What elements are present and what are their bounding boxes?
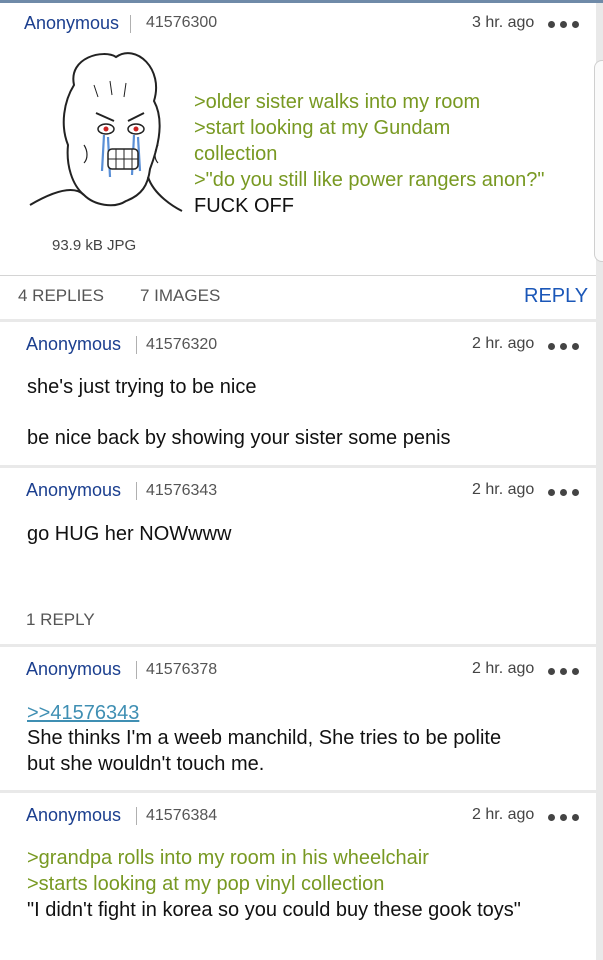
reply-post: Anonymous 41576343 2 hr. ago go HUG her … [0,468,596,644]
post-id[interactable]: 41576384 [146,807,217,825]
op-text-line: >start looking at my Gundam [194,117,451,139]
op-text-line: >"do you still like power rangers anon?" [194,169,545,191]
separator [136,482,137,500]
post-text-line: she's just trying to be nice [27,376,257,398]
quote-link[interactable]: >>41576343 [27,702,139,725]
post-text-line: >starts looking at my pop vinyl collecti… [27,873,385,895]
post-id[interactable]: 41576300 [146,14,217,32]
scroll-edge-tab[interactable] [594,60,603,262]
post-time: 2 hr. ago [472,660,535,677]
op-text-line: FUCK OFF [194,195,294,217]
reply-post: Anonymous 41576320 2 hr. ago she's just … [0,322,596,465]
replies-count[interactable]: 1 REPLY [26,610,95,630]
separator [136,807,137,825]
poster-name[interactable]: Anonymous [26,334,121,355]
more-options-icon[interactable] [548,21,582,31]
separator [136,336,137,354]
more-options-icon[interactable] [548,668,582,678]
more-options-icon[interactable] [548,814,582,824]
separator [136,661,137,679]
poster-name[interactable]: Anonymous [26,659,121,680]
post-text-line: be nice back by showing your sister some… [27,427,451,449]
reply-post: Anonymous 41576384 2 hr. ago >grandpa ro… [0,793,596,960]
post-id[interactable]: 41576343 [146,482,217,500]
poster-name[interactable]: Anonymous [26,480,121,501]
post-id[interactable]: 41576378 [146,661,217,679]
separator [130,15,131,33]
thumbnail-image[interactable] [24,45,184,225]
poster-name[interactable]: Anonymous [24,13,119,34]
images-count[interactable]: 7 IMAGES [140,286,220,306]
reply-button[interactable]: REPLY [524,285,588,308]
more-options-icon[interactable] [548,343,582,353]
reply-post: Anonymous 41576378 2 hr. ago >>41576343 … [0,647,596,790]
post-text-line: "I didn't fight in korea so you could bu… [27,899,521,921]
op-post: Anonymous 41576300 3 hr. ago >older sist… [0,3,596,319]
post-time: 2 hr. ago [472,806,535,823]
op-text-line: collection [194,143,278,165]
post-time: 3 hr. ago [472,14,535,31]
file-info: 93.9 kB JPG [52,237,137,254]
post-id[interactable]: 41576320 [146,336,217,354]
poster-name[interactable]: Anonymous [26,805,121,826]
post-text-line: She thinks I'm a weeb manchild, She trie… [27,727,502,749]
replies-count[interactable]: 4 REPLIES [18,286,104,306]
divider [0,275,596,276]
more-options-icon[interactable] [548,489,582,499]
post-time: 2 hr. ago [472,481,535,498]
post-text-line: go HUG her NOWwww [27,523,232,545]
post-text-line: but she wouldn't touch me. [27,753,265,775]
post-text-line: >grandpa rolls into my room in his wheel… [27,847,429,869]
post-time: 2 hr. ago [472,335,535,352]
op-text-line: >older sister walks into my room [194,91,481,113]
